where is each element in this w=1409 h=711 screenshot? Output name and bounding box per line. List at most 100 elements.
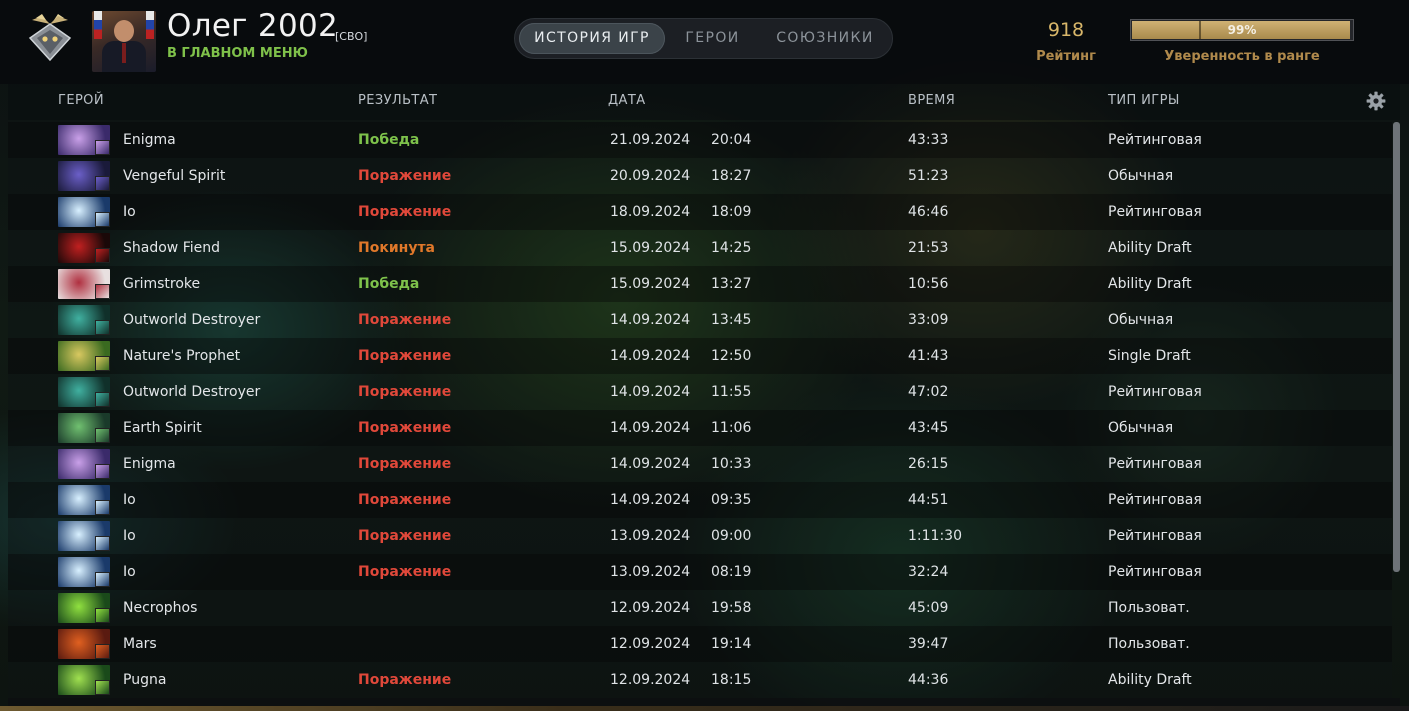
io-icon <box>58 557 110 587</box>
match-duration: 47:02 <box>908 384 949 400</box>
hero-name: Shadow Fiend <box>123 240 220 256</box>
match-result: Поражение <box>358 492 452 508</box>
hero-name: Pugna <box>123 672 167 688</box>
enigma-icon <box>58 125 110 155</box>
match-date: 14.09.2024 <box>610 420 691 436</box>
match-game-type: Рейтинговая <box>1108 132 1202 148</box>
match-row[interactable]: Grimstroke Победа 15.09.2024 13:27 10:56 Abil… <box>8 266 1392 302</box>
match-duration: 45:09 <box>908 600 949 616</box>
match-row[interactable]: Enigma Поражение 14.09.2024 10:33 26:15 Рейти… <box>8 446 1392 482</box>
match-row[interactable]: Nature's Prophet Поражение 14.09.2024 12:50… <box>8 338 1392 374</box>
mars-icon <box>58 629 110 659</box>
match-clock-time: 13:27 <box>711 276 752 292</box>
match-row[interactable]: Io Поражение 18.09.2024 18:09 46:46 Рейтингов… <box>8 194 1392 230</box>
facet-icon <box>95 464 110 479</box>
necrophos-icon <box>58 593 110 623</box>
match-row[interactable]: Vengeful Spirit Поражение 20.09.2024 18:27 5… <box>8 158 1392 194</box>
match-duration: 26:15 <box>908 456 949 472</box>
match-result: Поражение <box>358 456 452 472</box>
match-row[interactable]: Enigma Победа 21.09.2024 20:04 43:33 Рейтинго… <box>8 122 1392 158</box>
match-duration: 43:33 <box>908 132 949 148</box>
match-clock-time: 08:19 <box>711 564 752 580</box>
match-row[interactable]: Pugna Поражение 12.09.2024 18:15 44:36 Abilit… <box>8 662 1392 698</box>
match-duration: 10:56 <box>908 276 949 292</box>
facet-icon <box>95 284 110 299</box>
hero-name: Io <box>123 564 136 580</box>
match-date: 14.09.2024 <box>610 348 691 364</box>
tab-allies[interactable]: СОЮЗНИКИ <box>765 23 885 54</box>
tab-heroes[interactable]: ГЕРОИ <box>670 23 755 54</box>
column-hero[interactable]: ГЕРОЙ <box>58 93 104 108</box>
match-row[interactable]: Mars 12.09.2024 19:14 39:47 Пользоват. <box>8 626 1392 662</box>
io-icon <box>58 521 110 551</box>
hero-name: Vengeful Spirit <box>123 168 226 184</box>
match-game-type: Пользоват. <box>1108 600 1190 616</box>
match-row[interactable]: Outworld Destroyer Поражение 14.09.2024 11:… <box>8 374 1392 410</box>
hero-name: Earth Spirit <box>123 420 202 436</box>
match-result: Поражение <box>358 528 452 544</box>
player-name: Олег 2002 <box>167 8 339 44</box>
match-row[interactable]: Necrophos 12.09.2024 19:58 45:09 Пользоват. <box>8 590 1392 626</box>
match-row[interactable]: Io Поражение 13.09.2024 08:19 32:24 Рейтингов… <box>8 554 1392 590</box>
rank-confidence-value: 99% <box>1227 23 1257 37</box>
match-result: Поражение <box>358 348 452 364</box>
match-game-type: Ability Draft <box>1108 240 1192 256</box>
match-clock-time: 11:55 <box>711 384 752 400</box>
table-header <box>8 84 1400 120</box>
hero-name: Io <box>123 492 136 508</box>
hero-name: Outworld Destroyer <box>123 312 261 328</box>
match-duration: 43:45 <box>908 420 949 436</box>
facet-icon <box>95 140 110 155</box>
match-date: 20.09.2024 <box>610 168 691 184</box>
match-game-type: Рейтинговая <box>1108 384 1202 400</box>
match-row[interactable]: Io Поражение 13.09.2024 09:00 1:11:30 Рейтинг… <box>8 518 1392 554</box>
gear-icon[interactable] <box>1366 91 1386 111</box>
match-game-type: Рейтинговая <box>1108 204 1202 220</box>
column-result[interactable]: РЕЗУЛЬТАТ <box>358 93 437 108</box>
match-list-scrollbar[interactable] <box>1393 122 1400 572</box>
hero-name: Enigma <box>123 456 176 472</box>
match-row[interactable]: Earth Spirit Поражение 14.09.2024 11:06 43:4… <box>8 410 1392 446</box>
match-game-type: Ability Draft <box>1108 672 1192 688</box>
match-clock-time: 19:14 <box>711 636 752 652</box>
match-clock-time: 19:58 <box>711 600 752 616</box>
natures-prophet-icon <box>58 341 110 371</box>
enigma-icon <box>58 449 110 479</box>
match-game-type: Рейтинговая <box>1108 528 1202 544</box>
outworld-destroyer-icon <box>58 377 110 407</box>
match-row[interactable]: Io Поражение 14.09.2024 09:35 44:51 Рейтингов… <box>8 482 1392 518</box>
match-result: Победа <box>358 276 420 292</box>
match-result: Поражение <box>358 204 452 220</box>
pugna-icon <box>58 665 110 695</box>
facet-icon <box>95 608 110 623</box>
match-row[interactable]: Shadow Fiend Покинута 15.09.2024 14:25 21:53… <box>8 230 1392 266</box>
rating-label: Рейтинг <box>1036 49 1096 64</box>
match-date: 15.09.2024 <box>610 240 691 256</box>
match-game-type: Рейтинговая <box>1108 564 1202 580</box>
match-result: Поражение <box>358 420 452 436</box>
facet-icon <box>95 320 110 335</box>
column-game-type[interactable]: ТИП ИГРЫ <box>1108 93 1180 108</box>
facet-icon <box>95 572 110 587</box>
match-clock-time: 12:50 <box>711 348 752 364</box>
player-avatar[interactable] <box>92 11 156 72</box>
facet-icon <box>95 644 110 659</box>
match-row[interactable]: Outworld Destroyer Поражение 14.09.2024 13:… <box>8 302 1392 338</box>
match-game-type: Рейтинговая <box>1108 456 1202 472</box>
player-tag: [СВО] <box>335 30 368 43</box>
rating-value: 918 <box>1047 19 1085 41</box>
match-result: Поражение <box>358 312 452 328</box>
match-clock-time: 09:35 <box>711 492 752 508</box>
tab-match-history[interactable]: ИСТОРИЯ ИГР <box>519 23 665 54</box>
hero-name: Nature's Prophet <box>123 348 241 364</box>
rank-medal-icon[interactable] <box>26 14 74 62</box>
match-list: Enigma Победа 21.09.2024 20:04 43:33 Рейтинго… <box>8 122 1392 698</box>
match-game-type: Рейтинговая <box>1108 492 1202 508</box>
match-result: Поражение <box>358 168 452 184</box>
column-date[interactable]: ДАТА <box>608 93 645 108</box>
column-duration[interactable]: ВРЕМЯ <box>908 93 955 108</box>
match-duration: 33:09 <box>908 312 949 328</box>
match-duration: 41:43 <box>908 348 949 364</box>
hero-name: Grimstroke <box>123 276 201 292</box>
match-duration: 21:53 <box>908 240 949 256</box>
